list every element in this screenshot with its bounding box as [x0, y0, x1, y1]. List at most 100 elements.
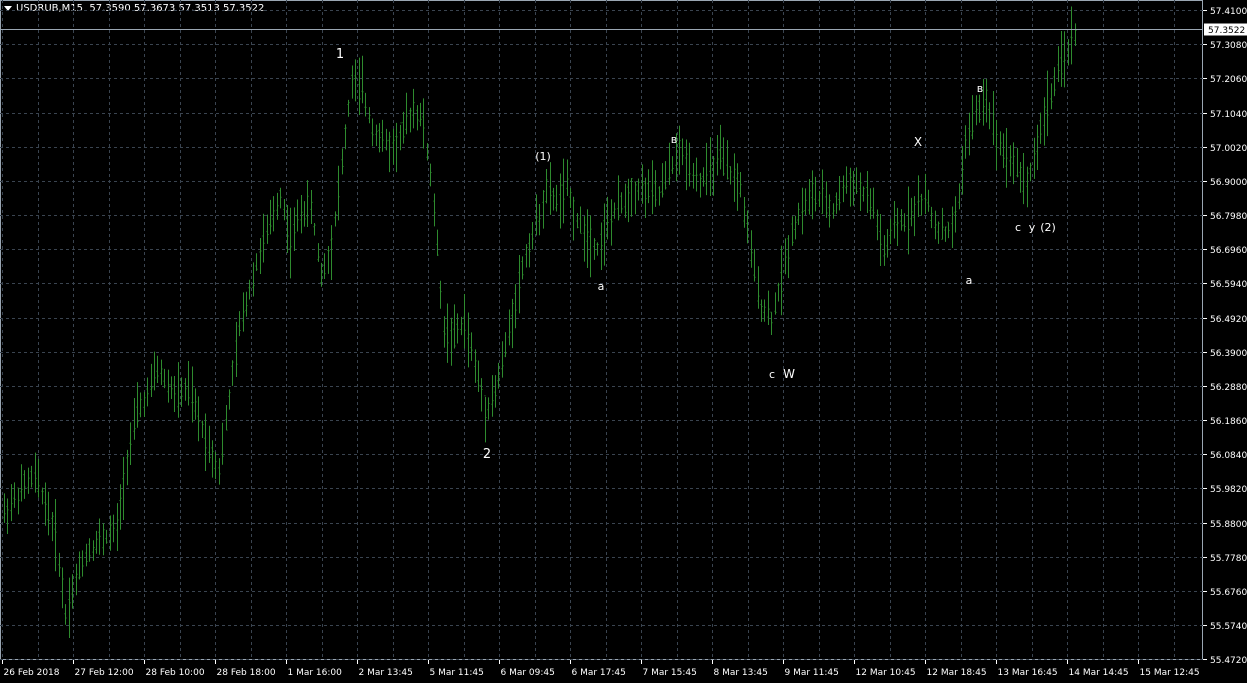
price-bar — [644, 177, 647, 218]
price-bar — [886, 228, 889, 258]
chart-window[interactable]: USDRUB,M15 57.3590 57.3673 57.3513 57.35… — [0, 0, 1247, 683]
price-bar — [303, 201, 306, 227]
price-bar — [347, 99, 350, 117]
price-bar — [538, 203, 541, 236]
price-bar — [327, 246, 330, 274]
price-bar — [58, 552, 61, 577]
price-bar — [197, 396, 200, 442]
price-bar — [1022, 153, 1025, 205]
time-tick-label: 5 Mar 11:45 — [430, 668, 484, 678]
wave-label: 1 — [336, 47, 344, 62]
price-bar — [531, 222, 534, 250]
time-tick-label: 6 Mar 17:45 — [572, 668, 626, 678]
price-bar — [620, 192, 623, 214]
price-bar — [419, 102, 422, 127]
price-bar — [924, 173, 927, 214]
price-bar — [116, 503, 119, 551]
price-bar — [341, 148, 344, 175]
price-bar — [358, 57, 361, 116]
price-bar — [160, 359, 163, 386]
price-bar — [1043, 97, 1046, 146]
price-bar — [204, 413, 207, 472]
price-bar — [221, 422, 224, 465]
wave-annotations: 12(1)aвc WXaвc y (2) — [336, 47, 1056, 462]
price-bar — [579, 206, 582, 234]
chart-grid — [0, 0, 1203, 660]
price-bar — [153, 351, 156, 391]
wave-label: X — [914, 135, 922, 149]
price-bar — [525, 244, 528, 268]
price-bar — [242, 292, 245, 332]
price-bar — [23, 470, 26, 499]
price-bar — [119, 484, 122, 530]
price-bar — [647, 169, 650, 204]
price-bar — [562, 158, 565, 224]
price-bar — [433, 193, 436, 227]
price-bar — [259, 237, 262, 274]
price-bar — [876, 209, 879, 241]
price-tick-label: 55.7780 — [1210, 554, 1247, 564]
price-bar — [187, 360, 190, 406]
price-bar — [589, 215, 592, 278]
price-bar — [184, 378, 187, 401]
price-bar — [736, 163, 739, 211]
price-tick-label: 56.3900 — [1210, 349, 1247, 359]
price-bar — [869, 188, 872, 220]
time-tick-label: 6 Mar 09:45 — [501, 668, 555, 678]
price-tick-label: 56.0840 — [1210, 451, 1247, 461]
price-bar — [75, 563, 78, 596]
time-tick-label: 9 Mar 11:45 — [785, 668, 839, 678]
price-bar — [978, 94, 981, 123]
wave-label: в — [671, 133, 677, 146]
price-bar — [313, 222, 316, 236]
time-tick-label: 28 Feb 10:00 — [146, 668, 205, 678]
price-chart[interactable]: 12(1)aвc WXaвc y (2) 57.410057.308057.20605… — [0, 0, 1247, 683]
price-bar — [797, 202, 800, 226]
price-tick-label: 57.2060 — [1210, 75, 1247, 85]
price-bar — [920, 193, 923, 216]
price-bar — [344, 124, 347, 150]
price-bar — [777, 282, 780, 302]
price-bar — [37, 458, 40, 498]
price-bar — [6, 498, 9, 534]
price-tick-label: 56.7980 — [1210, 212, 1247, 222]
price-bar — [794, 215, 797, 240]
price-bar — [351, 65, 354, 99]
time-tick-label: 15 Mar 12:45 — [1140, 668, 1200, 678]
price-bar — [238, 311, 241, 337]
price-bar — [872, 187, 875, 219]
price-bar — [156, 355, 159, 384]
price-bar — [443, 316, 446, 348]
wave-label: в — [977, 82, 983, 95]
price-bar — [422, 98, 425, 149]
wave-label: a — [966, 274, 973, 287]
price-tick-label: 57.1040 — [1210, 110, 1247, 120]
price-bar — [896, 207, 899, 247]
price-bar — [900, 209, 903, 231]
price-bar — [511, 298, 514, 349]
price-bar — [866, 171, 869, 213]
price-bar — [787, 235, 790, 279]
price-bar — [521, 256, 524, 280]
current-price-label: 57.3522 — [1208, 26, 1245, 36]
price-bar — [862, 186, 865, 202]
price-bar — [484, 395, 487, 443]
price-bar — [971, 95, 974, 140]
price-bar — [272, 196, 275, 232]
price-bar — [716, 135, 719, 176]
price-bar — [671, 156, 674, 174]
price-bar — [504, 332, 507, 358]
price-bar — [41, 487, 44, 505]
price-bar — [1009, 145, 1012, 177]
time-tick-label: 2 Mar 13:45 — [359, 668, 413, 678]
price-bar — [218, 458, 221, 485]
price-bar — [81, 550, 84, 577]
price-bar — [133, 397, 136, 440]
price-bar — [126, 449, 129, 486]
price-bar — [129, 422, 132, 465]
price-bar — [143, 392, 146, 417]
price-bar — [722, 137, 725, 176]
price-bar — [317, 243, 320, 262]
price-bar — [780, 245, 783, 316]
price-bar — [1016, 147, 1019, 178]
